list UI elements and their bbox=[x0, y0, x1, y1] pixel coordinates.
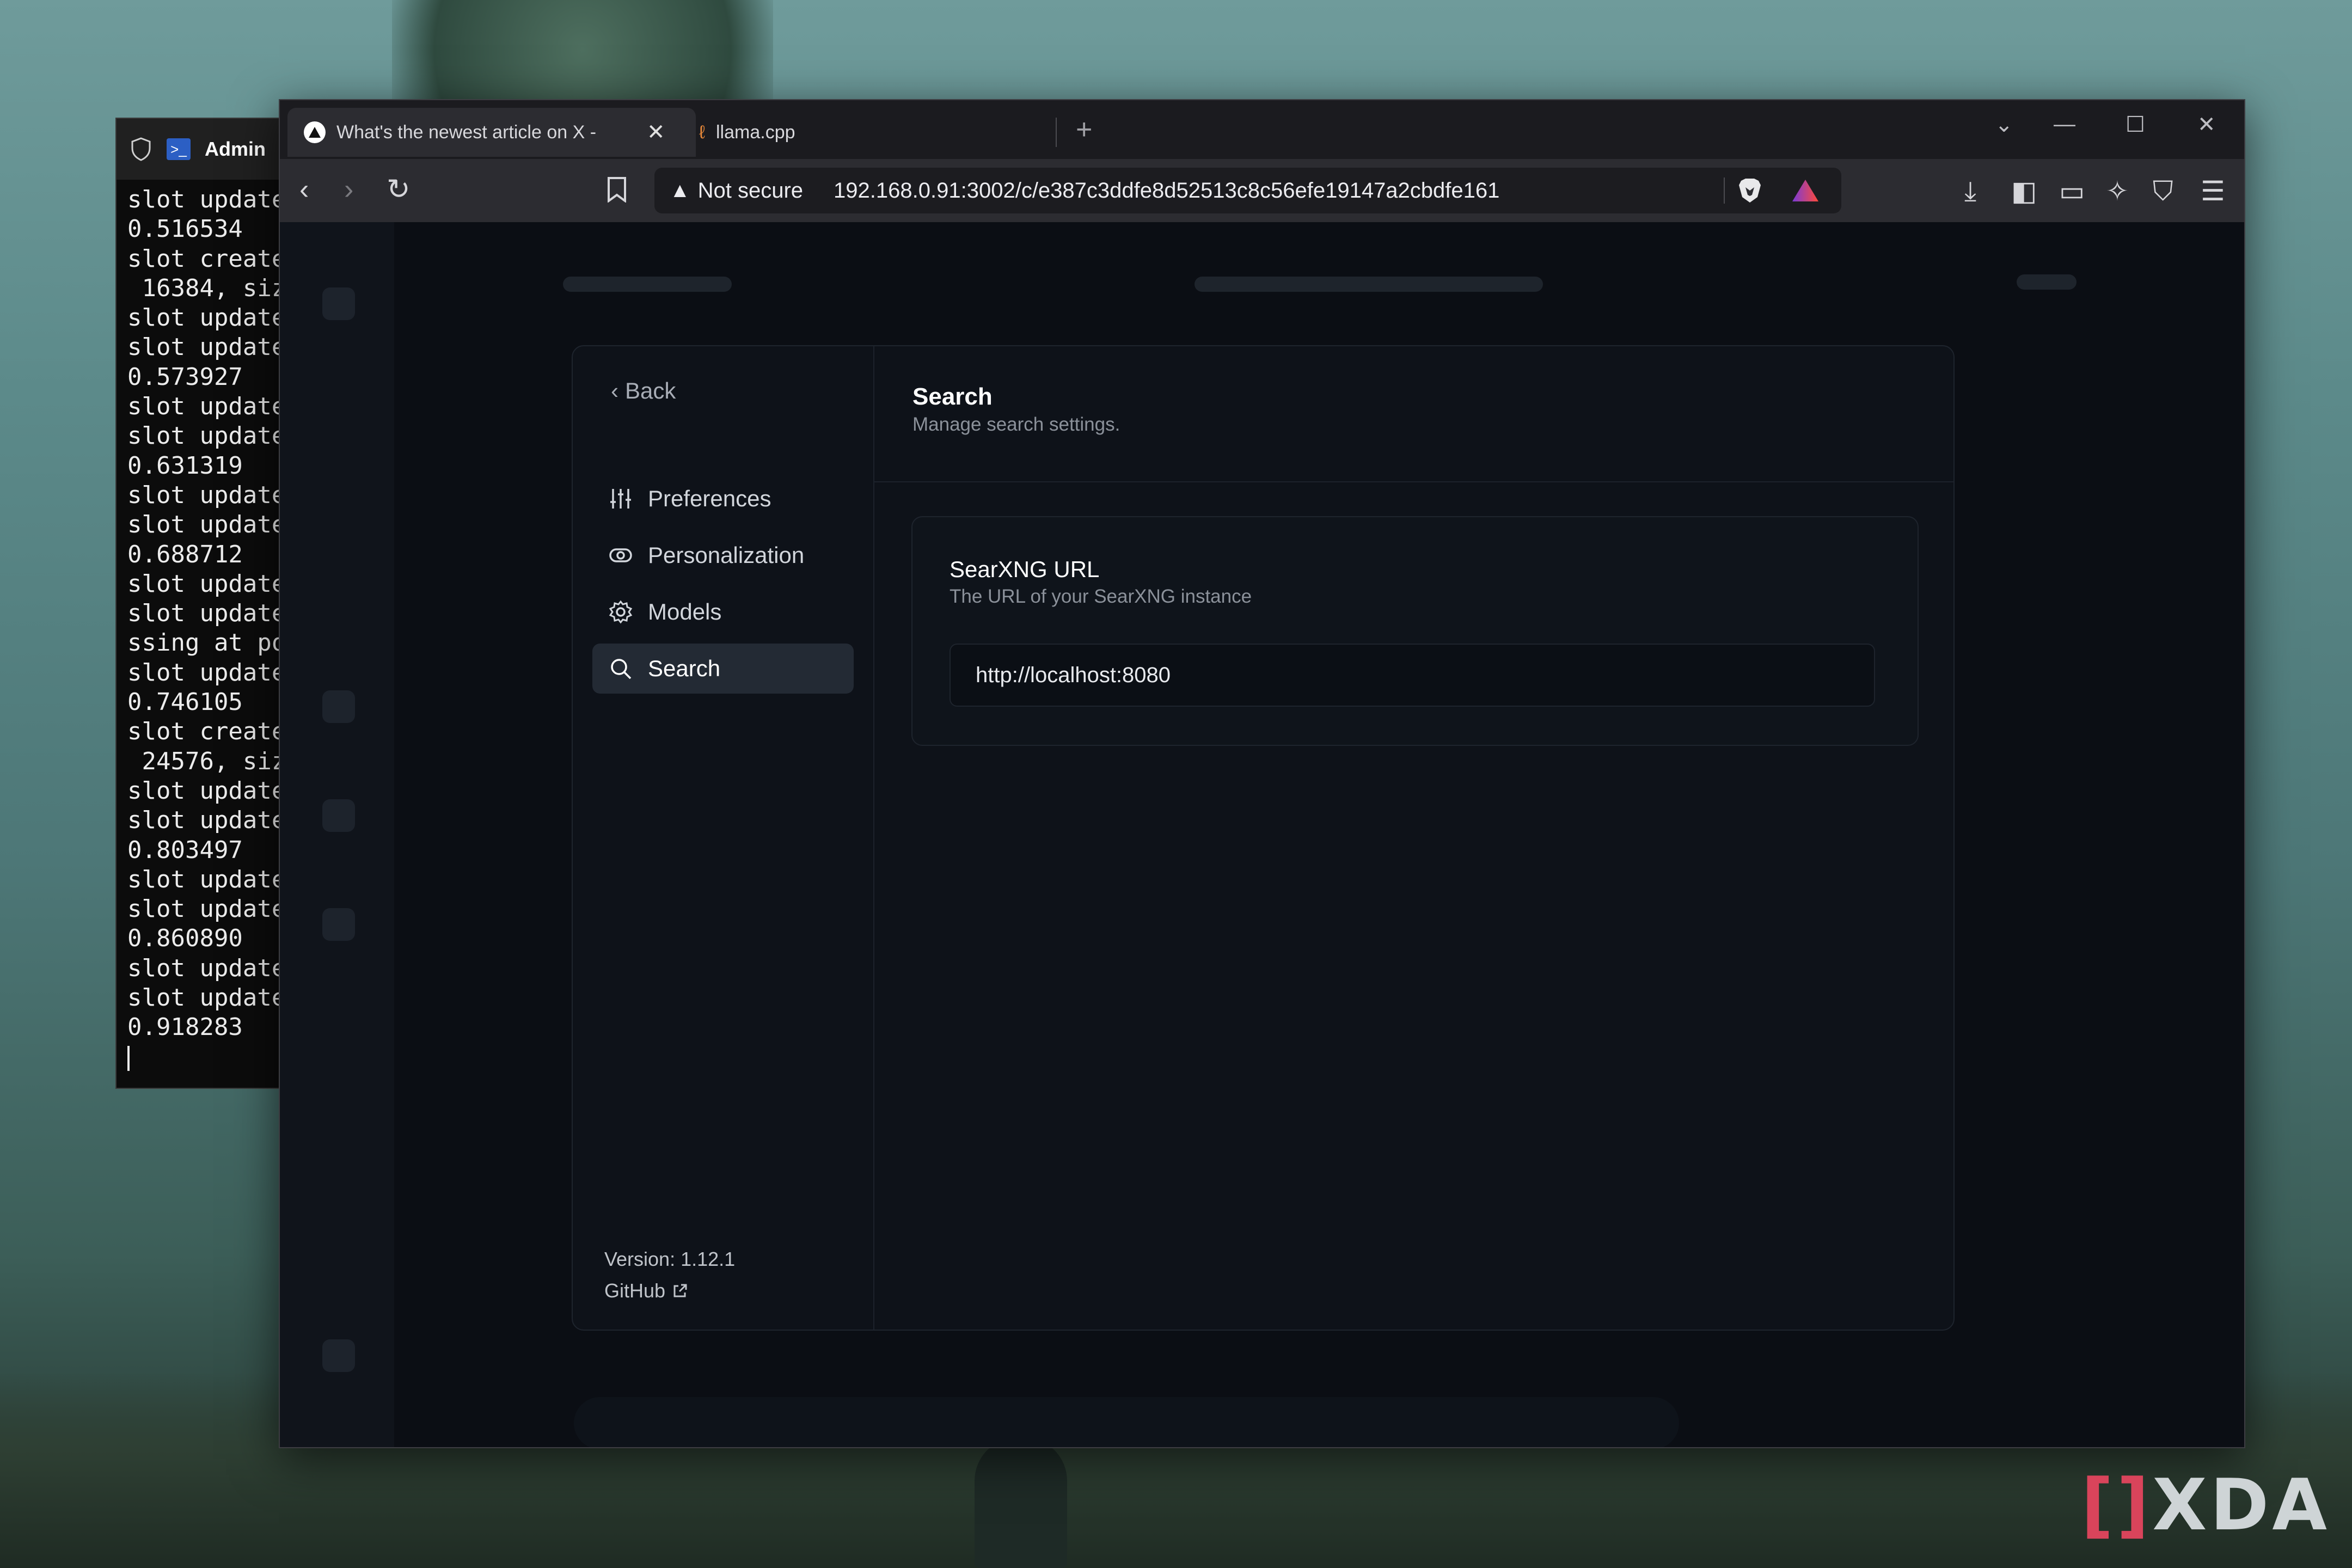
settings-sidebar: ‹ Back Preferences Personalization Model… bbox=[573, 346, 874, 1330]
tab-active[interactable]: What's the newest article on X - ✕ bbox=[287, 108, 696, 157]
chevron-left-icon: ‹ bbox=[611, 378, 618, 403]
powershell-icon: >_ bbox=[167, 138, 191, 160]
menu-icon[interactable]: ☰ bbox=[2201, 175, 2225, 207]
back-button[interactable]: ‹ Back bbox=[611, 378, 676, 404]
brave-shields-icon[interactable] bbox=[1738, 177, 1762, 204]
blurred-header-actions bbox=[2017, 274, 2077, 290]
nav-label: Personalization bbox=[648, 542, 805, 568]
settings-modal: ‹ Back Preferences Personalization Model… bbox=[572, 345, 1955, 1331]
forward-arrow-icon[interactable]: › bbox=[344, 173, 353, 206]
wallet-icon[interactable]: ▭ bbox=[2059, 175, 2085, 207]
xda-watermark: []XDA bbox=[2081, 1463, 2330, 1546]
reload-icon[interactable]: ↻ bbox=[387, 173, 411, 206]
leo-ai-icon[interactable]: ✧ bbox=[2106, 175, 2129, 207]
browser-window: What's the newest article on X - ✕ ℓ lla… bbox=[279, 99, 2245, 1448]
terminal-tab-label[interactable]: Admin bbox=[205, 138, 266, 161]
tab-close-icon[interactable]: ✕ bbox=[647, 120, 665, 145]
sliders-icon bbox=[610, 489, 631, 509]
web-page: ‹ Back Preferences Personalization Model… bbox=[280, 222, 2244, 1447]
tab-list-chevron-icon[interactable]: ⌄ bbox=[1995, 112, 2013, 137]
tab-strip: What's the newest article on X - ✕ ℓ lla… bbox=[280, 100, 2244, 159]
rail-logo-icon[interactable] bbox=[322, 287, 355, 320]
github-label: GitHub bbox=[604, 1279, 666, 1302]
searxng-url-input[interactable] bbox=[950, 644, 1875, 707]
app-favicon-icon bbox=[304, 121, 326, 143]
page-title: Search bbox=[912, 383, 993, 410]
searxng-title: SearXNG URL bbox=[950, 556, 1100, 582]
version-text: Version: 1.12.1 bbox=[604, 1248, 736, 1270]
searxng-card: SearXNG URL The URL of your SearXNG inst… bbox=[911, 516, 1919, 746]
terminal-cursor bbox=[127, 1045, 130, 1071]
rail-home-icon[interactable] bbox=[322, 690, 355, 723]
app-side-rail bbox=[280, 222, 394, 1447]
external-link-icon bbox=[673, 1284, 687, 1297]
page-subtitle: Manage search settings. bbox=[912, 414, 1120, 435]
shield-icon bbox=[130, 136, 152, 162]
back-label: Back bbox=[625, 378, 676, 403]
rail-library-icon[interactable] bbox=[322, 908, 355, 941]
gear-icon bbox=[609, 600, 633, 624]
nav-item-search[interactable]: Search bbox=[592, 644, 854, 694]
toggle-icon bbox=[609, 548, 632, 562]
background-figure bbox=[975, 1437, 1067, 1568]
nav-item-models[interactable]: Models bbox=[592, 587, 854, 637]
sidebar-toggle-icon[interactable]: ◧ bbox=[2011, 175, 2037, 207]
blurred-chat-title bbox=[1195, 277, 1543, 292]
nav-label: Search bbox=[648, 656, 721, 681]
rail-discover-icon[interactable] bbox=[322, 799, 355, 832]
nav-label: Models bbox=[648, 599, 722, 624]
watermark-text: XDA bbox=[2152, 1463, 2330, 1546]
settings-header: Search Manage search settings. bbox=[874, 346, 1953, 482]
search-icon bbox=[611, 659, 632, 679]
chat-input-blurred bbox=[574, 1397, 1679, 1447]
back-arrow-icon[interactable]: ‹ bbox=[299, 173, 309, 206]
vpn-shield-icon[interactable]: ⛉ bbox=[2153, 175, 2173, 207]
url-text[interactable]: 192.168.0.91:3002/c/e387c3ddfe8d52513c8c… bbox=[834, 179, 1499, 203]
nav-item-personalization[interactable]: Personalization bbox=[592, 530, 854, 580]
address-bar[interactable]: ▲ Not secure 192.168.0.91:3002/c/e387c3d… bbox=[654, 168, 1841, 213]
address-separator bbox=[1724, 177, 1725, 204]
tab-title: What's the newest article on X - bbox=[336, 121, 597, 143]
security-label: Not secure bbox=[697, 178, 804, 203]
bookmark-icon[interactable] bbox=[607, 176, 627, 210]
window-close-icon[interactable]: ✕ bbox=[2197, 112, 2216, 137]
minimize-icon[interactable]: — bbox=[2054, 112, 2075, 137]
searxng-description: The URL of your SearXNG instance bbox=[950, 586, 1252, 607]
nav-item-preferences[interactable]: Preferences bbox=[592, 474, 854, 524]
llama-favicon-icon: ℓ bbox=[699, 121, 705, 143]
settings-content: Search Manage search settings. SearXNG U… bbox=[874, 346, 1953, 1330]
brave-rewards-icon[interactable] bbox=[1791, 179, 1820, 203]
github-link[interactable]: GitHub bbox=[604, 1279, 688, 1302]
warning-icon: ▲ bbox=[670, 179, 690, 202]
download-icon[interactable]: ⤓ bbox=[1964, 175, 1976, 207]
blurred-header-left bbox=[563, 277, 732, 292]
new-tab-icon[interactable]: + bbox=[1076, 113, 1092, 146]
tab-llama[interactable]: ℓ llama.cpp bbox=[683, 108, 1064, 157]
maximize-icon[interactable]: ☐ bbox=[2126, 112, 2145, 137]
rail-settings-icon[interactable] bbox=[322, 1339, 355, 1372]
nav-label: Preferences bbox=[648, 486, 771, 511]
browser-toolbar: ‹ › ↻ ▲ Not secure 192.168.0.91:3002/c/e… bbox=[280, 159, 2244, 222]
tab-separator bbox=[1056, 118, 1057, 147]
tab-title: llama.cpp bbox=[716, 121, 795, 143]
security-indicator[interactable]: ▲ Not secure bbox=[654, 179, 803, 203]
